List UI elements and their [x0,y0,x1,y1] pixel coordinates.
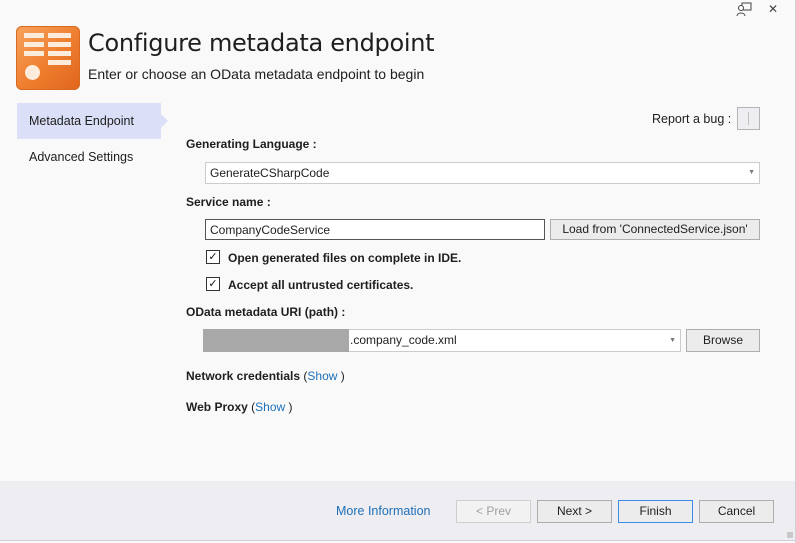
close-button[interactable]: ✕ [762,0,784,18]
checkmark-icon: ✓ [208,278,218,290]
report-bug-button[interactable] [737,107,760,130]
generating-language-dropdown[interactable]: GenerateCSharpCode ▼ [205,162,760,184]
checkmark-icon: ✓ [208,251,218,263]
chevron-down-icon: ▼ [669,337,676,344]
page-title: Configure metadata endpoint [88,29,435,57]
web-proxy-label: Web Proxy [186,400,248,414]
page-subtitle: Enter or choose an OData metadata endpoi… [88,66,425,82]
chevron-down-icon: ▼ [748,169,755,176]
service-name-label: Service name : [186,195,271,209]
uri-label: OData metadata URI (path) : [186,305,345,319]
web-proxy: Web Proxy (Show ) [186,400,293,414]
footer: More Information < Prev Next > Finish Ca… [0,481,795,541]
accept-untrusted-certs-label[interactable]: Accept all untrusted certificates. [228,278,413,292]
next-button[interactable]: Next > [537,500,612,523]
report-bug-icon [748,112,749,125]
cancel-button[interactable]: Cancel [699,500,774,523]
person-feedback-icon [736,2,752,16]
redacted-path [203,329,349,352]
sidebar-item-label: Metadata Endpoint [29,114,134,128]
report-bug-label: Report a bug : [652,112,732,126]
paren: ) [285,400,293,414]
sidebar-item-metadata-endpoint[interactable]: Metadata Endpoint [17,103,168,139]
sidebar-item-advanced-settings[interactable]: Advanced Settings [17,139,161,175]
resize-grip[interactable] [787,532,793,538]
uri-value: .company_code.xml [350,333,457,347]
network-credentials-label: Network credentials [186,369,301,383]
feedback-button[interactable] [733,0,755,18]
open-generated-files-label[interactable]: Open generated files on complete in IDE. [228,251,461,265]
web-proxy-show-link[interactable]: Show [255,400,285,414]
accept-untrusted-certs-checkbox[interactable]: ✓ [206,277,220,291]
generating-language-value: GenerateCSharpCode [210,166,330,180]
more-information-link[interactable]: More Information [336,504,430,518]
browse-button[interactable]: Browse [686,329,760,352]
paren: ) [337,369,345,383]
open-generated-files-checkbox[interactable]: ✓ [206,250,220,264]
uri-label-text: OData metadata URI (path) : [186,305,346,319]
network-credentials: Network credentials (Show ) [186,369,345,383]
odata-form-icon [16,26,80,90]
sidebar-item-label: Advanced Settings [29,150,134,164]
close-icon: ✕ [767,2,779,16]
network-credentials-show-link[interactable]: Show [307,369,337,383]
finish-button[interactable]: Finish [618,500,693,523]
generating-language-label: Generating Language : [186,137,317,151]
service-name-input[interactable] [205,219,545,240]
prev-button[interactable]: < Prev [456,500,531,523]
load-from-json-button[interactable]: Load from 'ConnectedService.json' [550,219,760,240]
